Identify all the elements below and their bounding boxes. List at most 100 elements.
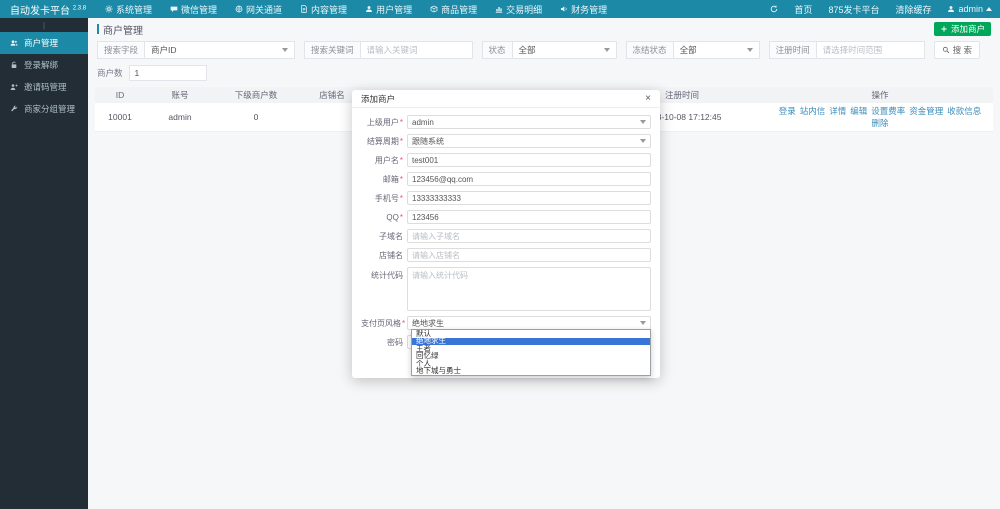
- menu-label: 网关通道: [246, 4, 283, 15]
- col-account: 账号: [145, 87, 215, 103]
- menu-finance[interactable]: 财务管理: [551, 0, 616, 18]
- close-icon[interactable]: ×: [645, 93, 651, 104]
- reg-time-input[interactable]: [822, 45, 918, 55]
- modal-title: 添加商户: [361, 93, 396, 104]
- caret-down-icon: [640, 120, 646, 124]
- field-qq: QQ*: [361, 210, 651, 224]
- menu-system[interactable]: 系统管理: [96, 0, 161, 18]
- field-label: 结算周期*: [366, 136, 403, 146]
- option-dnf[interactable]: 地下城与勇士: [412, 367, 650, 376]
- parent-user-select[interactable]: admin: [407, 115, 651, 129]
- app-brand[interactable]: 自动发卡平台 2.3.8: [0, 2, 96, 16]
- settle-cycle-select[interactable]: 跟随系统: [407, 134, 651, 148]
- search-icon: [942, 46, 949, 54]
- action-edit-link[interactable]: 编辑: [850, 106, 867, 116]
- unlock-icon: [11, 61, 17, 68]
- pay-style-dropdown: 默认 绝地求生 王者 回忆绿 个人 地下城与勇士: [411, 329, 651, 376]
- freeze-status-select[interactable]: 全部: [673, 41, 760, 59]
- caret-up-icon: [986, 7, 992, 11]
- sidebar-toggle[interactable]: |: [0, 18, 88, 32]
- keyword-input[interactable]: [366, 45, 466, 55]
- nav-site-link[interactable]: 875发卡平台: [820, 0, 887, 18]
- pay-style-select[interactable]: 绝地求生: [407, 316, 651, 330]
- action-funds-link[interactable]: 资金管理: [909, 106, 943, 116]
- page-title-text: 商户管理: [103, 25, 143, 37]
- action-message-link[interactable]: 站内信: [800, 106, 826, 116]
- option-pubg[interactable]: 绝地求生: [412, 337, 650, 345]
- sidebar-item-label: 邀请码管理: [24, 82, 67, 92]
- reg-time-label: 注册时间: [768, 41, 817, 59]
- nav-home-link[interactable]: 首页: [786, 0, 820, 18]
- qq-input[interactable]: [407, 210, 651, 224]
- shop-name-input[interactable]: [407, 248, 651, 262]
- sidebar-item-label: 登录解绑: [24, 60, 59, 70]
- option-memory-green[interactable]: 回忆绿: [412, 352, 650, 361]
- action-set-rate-link[interactable]: 设置费率: [871, 106, 905, 116]
- required-mark: *: [399, 136, 403, 146]
- menu-goods[interactable]: 商品管理: [421, 0, 486, 18]
- chat-icon: [170, 6, 178, 12]
- menu-content[interactable]: 内容管理: [291, 0, 356, 18]
- subdomain-input[interactable]: [407, 229, 651, 243]
- filter-bar: 搜索字段 商户ID 搜索关键词 状态 全部 冻结状态 全部: [88, 40, 1000, 60]
- sidebar-item-merchant-groups[interactable]: 商家分组管理: [0, 98, 88, 120]
- menu-user[interactable]: 用户管理: [356, 0, 421, 18]
- option-king[interactable]: 王者: [412, 345, 650, 353]
- nav-clear-cache-link[interactable]: 清除缓存: [887, 0, 939, 18]
- username-input[interactable]: [407, 153, 651, 167]
- sidebar-item-invite-codes[interactable]: 邀请码管理: [0, 76, 88, 98]
- page-header: 商户管理 添加商户: [88, 18, 1000, 40]
- gear-icon: [105, 5, 113, 13]
- caret-down-icon: [282, 48, 289, 52]
- caret-down-icon: [640, 139, 646, 143]
- cell-id: 10001: [95, 103, 145, 132]
- brand-version: 2.3.8: [72, 5, 87, 12]
- freeze-status-label: 冻结状态: [625, 41, 674, 59]
- merchant-count-value: 1: [128, 65, 207, 81]
- menu-transactions[interactable]: 交易明细: [486, 0, 551, 18]
- search-field-label: 搜索字段: [97, 41, 146, 59]
- search-button[interactable]: 搜 索: [933, 41, 980, 59]
- document-icon: [301, 5, 307, 13]
- field-shop-name: 店铺名: [361, 248, 651, 262]
- nav-user-dropdown[interactable]: admin: [939, 0, 1000, 18]
- field-label: 店铺名: [379, 250, 403, 260]
- add-merchant-label: 添加商户: [950, 24, 985, 34]
- menu-wechat[interactable]: 微信管理: [161, 0, 226, 18]
- add-merchant-button[interactable]: 添加商户: [933, 22, 991, 36]
- page-title: 商户管理: [97, 22, 143, 37]
- required-mark: *: [399, 117, 403, 127]
- required-mark: *: [399, 174, 403, 184]
- user-icon: [366, 6, 373, 12]
- modal-body: 上级用户* admin 结算周期* 跟随系统 用户名* 邮箱* 手机号*: [352, 108, 660, 376]
- action-payee-info-link[interactable]: 收款信息: [947, 106, 981, 116]
- action-detail-link[interactable]: 详情: [829, 106, 846, 116]
- menu-gateway[interactable]: 网关通道: [226, 0, 291, 18]
- wrench-icon: [11, 105, 18, 112]
- caret-down-icon: [746, 48, 753, 52]
- pay-style-value: 绝地求生: [412, 318, 444, 328]
- action-delete-link[interactable]: 删除: [871, 118, 888, 128]
- sidebar-item-merchants[interactable]: 商户管理: [0, 32, 88, 54]
- field-label: 邮箱*: [382, 174, 403, 184]
- option-default[interactable]: 默认: [412, 330, 650, 338]
- main-menu: 系统管理 微信管理 网关通道 内容管理 用户管理 商品管理 交易明细 财务管理: [96, 0, 616, 18]
- cell-actions: 登录 站内信 详情 编辑 设置费率 资金管理 收款信息删除: [767, 103, 993, 132]
- search-field-select[interactable]: 商户ID: [145, 41, 296, 59]
- field-subdomain: 子域名: [361, 229, 651, 243]
- refresh-button[interactable]: [762, 0, 786, 18]
- merchant-count-row: 商户数 1: [88, 60, 1000, 85]
- status-select[interactable]: 全部: [512, 41, 617, 59]
- field-label: 支付页风格*: [361, 318, 406, 328]
- globe-icon: [235, 5, 243, 13]
- action-login-link[interactable]: 登录: [779, 106, 796, 116]
- field-label: QQ*: [386, 212, 403, 222]
- stats-code-textarea[interactable]: [407, 267, 651, 311]
- email-input[interactable]: [407, 172, 651, 186]
- phone-input[interactable]: [407, 191, 651, 205]
- reg-time-input-wrap: [816, 41, 925, 59]
- clear-cache-label: 清除缓存: [895, 4, 932, 15]
- field-stats-code: 统计代码: [361, 267, 651, 311]
- sidebar-item-login-unbind[interactable]: 登录解绑: [0, 54, 88, 76]
- cell-account: admin: [145, 103, 215, 132]
